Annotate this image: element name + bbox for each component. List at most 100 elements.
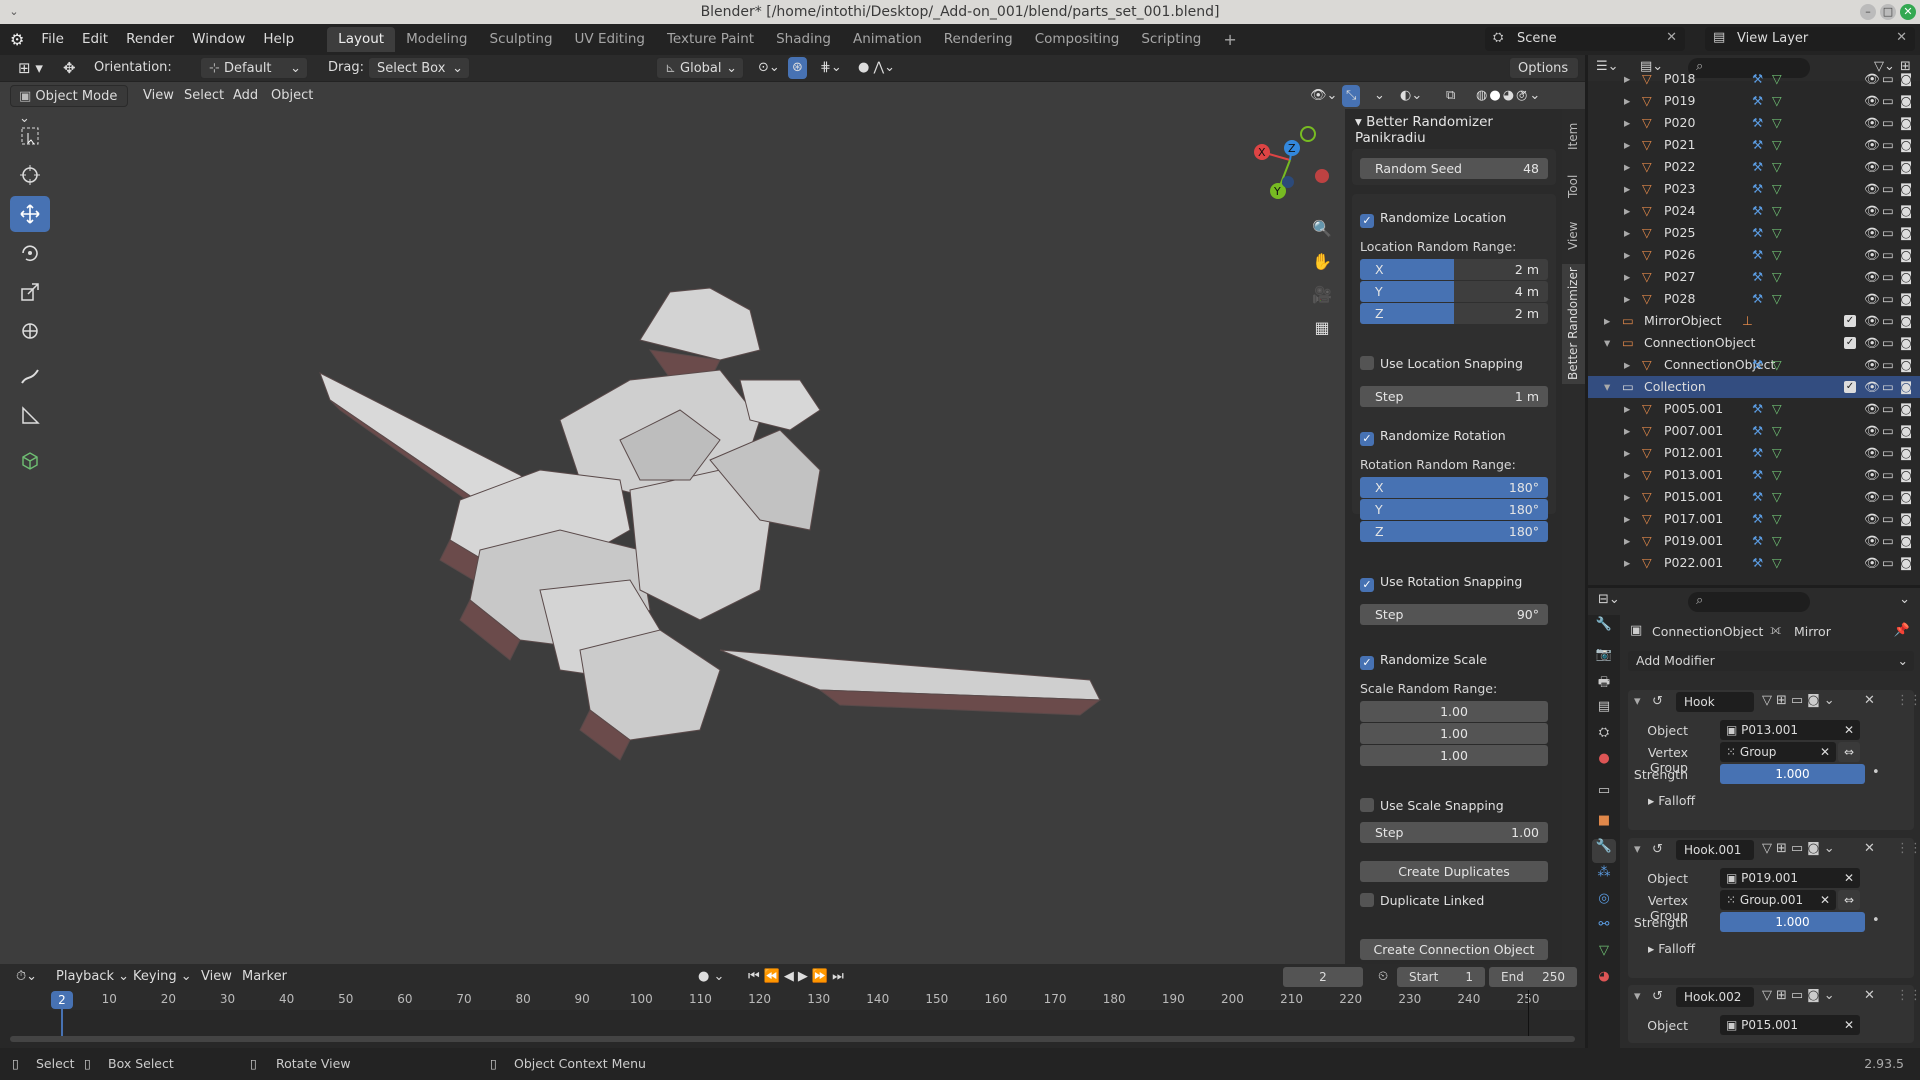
mode-dropdown[interactable]: ▣ Object Mode ⌄ <box>10 85 128 126</box>
tab-tool[interactable]: Tool <box>1562 164 1585 208</box>
expand-icon[interactable]: ▸ <box>1624 266 1630 288</box>
tab-shading[interactable]: Shading <box>765 27 842 52</box>
falloff-subpanel[interactable]: ▸ Falloff <box>1648 793 1695 808</box>
vertex-group-field[interactable]: ⁙ Group.001 ✕ <box>1720 890 1836 910</box>
expand-icon[interactable]: ▸ <box>1624 486 1630 508</box>
move-tool-icon-active[interactable] <box>10 196 50 232</box>
viewport-monitor-icon[interactable]: ▭ <box>1882 552 1894 574</box>
viewport-monitor-icon[interactable]: ▭ <box>1882 222 1894 244</box>
close-icon[interactable]: ✕ <box>1900 4 1916 20</box>
vertex-group-field[interactable]: ⁙ Group ✕ <box>1720 742 1836 762</box>
collapse-icon[interactable]: ▾ <box>1634 694 1641 709</box>
scene-tab-icon[interactable]: ⛭ <box>1592 725 1616 749</box>
menu-window[interactable]: Window <box>183 24 254 55</box>
visibility-eye-icon[interactable]: 👁 <box>1864 134 1880 156</box>
collapse-icon[interactable]: ▾ <box>1634 842 1641 857</box>
modifier-tab-icon[interactable]: 🔧 <box>1592 839 1616 863</box>
menu-edit[interactable]: Edit <box>73 24 117 55</box>
object-tab-icon[interactable]: ■ <box>1592 813 1616 837</box>
outliner-row[interactable]: ▸ ▽ P021 ⚒ ▽ 👁 ▭ ◙ <box>1588 134 1920 156</box>
visibility-eye-icon[interactable]: 👁 <box>1864 68 1880 90</box>
expand-icon[interactable]: ▸ <box>1624 222 1630 244</box>
expand-icon[interactable]: ▾ <box>1604 332 1610 354</box>
pan-hand-icon[interactable]: ✋ <box>1310 245 1334 278</box>
outliner-row[interactable]: ▸ ▽ P018 ⚒ ▽ 👁 ▭ ◙ <box>1588 68 1920 90</box>
viewport-monitor-icon[interactable]: ▭ <box>1882 486 1894 508</box>
overlay-icon[interactable]: ◐⌄ <box>1392 85 1430 107</box>
data-tab-icon[interactable]: ▽ <box>1592 943 1616 967</box>
menu-file[interactable]: File <box>32 24 73 55</box>
world-tab-icon[interactable]: ● <box>1592 751 1616 775</box>
xray-icon[interactable]: ⧉ <box>1438 85 1463 107</box>
render-camera-icon[interactable]: ◙ <box>1900 134 1912 156</box>
object-field[interactable]: ▣ P013.001 ✕ <box>1720 720 1860 740</box>
expand-icon[interactable]: ▸ <box>1624 442 1630 464</box>
viewport-monitor-icon[interactable]: ▭ <box>1882 112 1894 134</box>
duplicate-linked-checkbox[interactable]: Duplicate Linked <box>1360 893 1484 908</box>
render-camera-icon[interactable]: ◙ <box>1900 266 1912 288</box>
viewport-monitor-icon[interactable]: ▭ <box>1882 68 1894 90</box>
collapse-icon[interactable]: ▾ <box>1634 989 1641 1004</box>
tab-animation[interactable]: Animation <box>842 27 933 52</box>
menu-render[interactable]: Render <box>117 24 183 55</box>
expand-icon[interactable]: ▸ <box>1624 244 1630 266</box>
render-camera-icon[interactable]: ◙ <box>1900 442 1912 464</box>
timeline-scrollbar[interactable] <box>10 1036 1575 1042</box>
view-layer-tab-icon[interactable]: ▤ <box>1592 699 1616 723</box>
expand-icon[interactable]: ▸ <box>1624 112 1630 134</box>
exclude-checkbox[interactable]: ✓ <box>1844 337 1856 349</box>
render-camera-icon[interactable]: ◙ <box>1900 398 1912 420</box>
outliner-row[interactable]: ▸ ▽ P017.001 ⚒ ▽ 👁 ▭ ◙ <box>1588 508 1920 530</box>
visibility-eye-icon[interactable]: 👁 <box>1864 508 1880 530</box>
tab-rendering[interactable]: Rendering <box>933 27 1024 52</box>
render-camera-icon[interactable]: ◙ <box>1900 508 1912 530</box>
drag-handle-icon[interactable]: ⋮⋮ <box>1896 693 1920 708</box>
visibility-eye-icon[interactable]: 👁 <box>1864 332 1880 354</box>
expand-icon[interactable]: ▸ <box>1624 508 1630 530</box>
proportional-edit-icon[interactable]: ● ⋀⌄ <box>850 57 903 79</box>
render-camera-icon[interactable]: ◙ <box>1900 376 1912 398</box>
visibility-eye-icon[interactable]: 👁 <box>1864 90 1880 112</box>
transform-tool-icon[interactable] <box>10 313 50 349</box>
end-frame-field[interactable]: End 250 <box>1489 967 1577 987</box>
viewport-monitor-icon[interactable]: ▭ <box>1882 354 1894 376</box>
viewport-monitor-icon[interactable]: ▭ <box>1882 178 1894 200</box>
viewport-monitor-icon[interactable]: ▭ <box>1882 332 1894 354</box>
expand-icon[interactable]: ▸ <box>1624 134 1630 156</box>
minimize-icon[interactable]: – <box>1860 4 1876 20</box>
tab-sculpting[interactable]: Sculpting <box>479 27 564 52</box>
visibility-eye-icon[interactable]: 👁 <box>1864 310 1880 332</box>
tab-texture-paint[interactable]: Texture Paint <box>656 27 765 52</box>
visibility-eye-icon[interactable]: 👁 <box>1864 376 1880 398</box>
visibility-eye-icon[interactable]: 👁 <box>1864 486 1880 508</box>
outliner-row[interactable]: ▾ ▭ ConnectionObject ✓ 👁 ▭ ◙ <box>1588 332 1920 354</box>
expand-icon[interactable]: ▸ <box>1624 178 1630 200</box>
tab-scripting[interactable]: Scripting <box>1130 27 1212 52</box>
outliner-row[interactable]: ▸ ▽ P027 ⚒ ▽ 👁 ▭ ◙ <box>1588 266 1920 288</box>
render-camera-icon[interactable]: ◙ <box>1900 68 1912 90</box>
render-camera-icon[interactable]: ◙ <box>1900 310 1912 332</box>
navigation-gizmo[interactable]: X Y Z <box>1240 120 1340 210</box>
visibility-eye-icon[interactable]: 👁 <box>1864 464 1880 486</box>
visibility-eye-icon[interactable]: 👁 <box>1864 442 1880 464</box>
visibility-eye-icon[interactable]: 👁 <box>1864 354 1880 376</box>
scale-step-field[interactable]: Step 1.00 <box>1360 822 1548 843</box>
visibility-eye-icon[interactable]: 👁 <box>1864 420 1880 442</box>
zoom-icon[interactable]: 🔍 <box>1310 212 1334 245</box>
maximize-icon[interactable]: □ <box>1880 4 1896 20</box>
keyframe-dot-icon[interactable]: • <box>1872 765 1880 780</box>
outliner-row[interactable]: ▸ ▽ P026 ⚒ ▽ 👁 ▭ ◙ <box>1588 244 1920 266</box>
expand-icon[interactable]: ▸ <box>1624 68 1630 90</box>
location-y-field[interactable]: Y 4 m <box>1360 281 1548 302</box>
render-camera-icon[interactable]: ◙ <box>1900 530 1912 552</box>
properties-editor-icon[interactable]: ⊟⌄ <box>1598 592 1620 607</box>
tab-compositing[interactable]: Compositing <box>1024 27 1131 52</box>
tool-tab-icon[interactable]: 🔧 <box>1592 617 1616 641</box>
pin-icon[interactable]: 📌 <box>1894 623 1910 638</box>
falloff-subpanel[interactable]: ▸ Falloff <box>1648 941 1695 956</box>
render-camera-icon[interactable]: ◙ <box>1900 354 1912 376</box>
menu-help[interactable]: Help <box>254 24 303 55</box>
expand-icon[interactable]: ▸ <box>1604 310 1610 332</box>
outliner-row[interactable]: ▸ ▽ P019 ⚒ ▽ 👁 ▭ ◙ <box>1588 90 1920 112</box>
visibility-eye-icon[interactable]: 👁 <box>1864 552 1880 574</box>
